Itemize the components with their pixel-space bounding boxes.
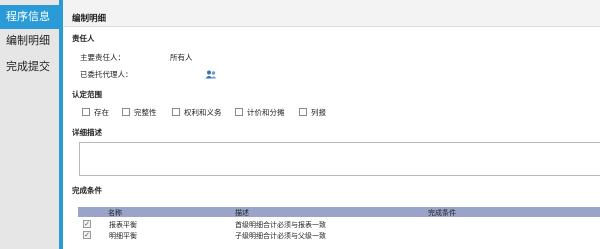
row-checkbox[interactable]: ✓ bbox=[83, 231, 91, 239]
row-checkbox[interactable]: ✓ bbox=[83, 220, 91, 228]
details-section-title: 详细描述 bbox=[72, 128, 102, 137]
column-header-description[interactable]: 描述 bbox=[235, 208, 249, 218]
owner-value: 所有人 bbox=[170, 53, 193, 62]
scope-option-presentation[interactable]: 列报 bbox=[299, 107, 326, 117]
scope-section-title: 认定范围 bbox=[72, 90, 102, 99]
scope-option-valuation-allocation[interactable]: 计价和分摊 bbox=[235, 107, 285, 117]
sidebar-item-program-info[interactable]: 程序信息 bbox=[0, 5, 59, 29]
row-description: 首级明细合计必须与报表一致 bbox=[235, 221, 326, 229]
row-name: 报表平衡 bbox=[109, 221, 137, 229]
delegate-label: 已委托代理人： bbox=[80, 70, 133, 79]
completion-section-title: 完成条件 bbox=[72, 186, 102, 195]
checkbox[interactable] bbox=[235, 108, 243, 116]
scope-option-rights-obligations[interactable]: 权利和义务 bbox=[172, 107, 222, 117]
main-panel: 编制明细 责任人 主要责任人： 所有人 已委托代理人： 认定范围 存在 完整性 … bbox=[63, 0, 600, 249]
scope-option-existence[interactable]: 存在 bbox=[82, 107, 109, 117]
sidebar: 程序信息 编制明细 完成提交 bbox=[0, 0, 60, 249]
scope-option-completeness[interactable]: 完整性 bbox=[122, 107, 157, 117]
page-title: 编制明细 bbox=[72, 14, 107, 24]
responsibility-section-title: 责任人 bbox=[72, 34, 95, 43]
sidebar-item-compile-details[interactable]: 编制明细 bbox=[0, 29, 59, 53]
table-row[interactable]: ✓ 明细平衡 子级明细合计必须与父级一致 bbox=[78, 231, 600, 240]
sidebar-item-finish-submit[interactable]: 完成提交 bbox=[0, 55, 59, 79]
row-name: 明细平衡 bbox=[109, 232, 137, 240]
owner-label: 主要责任人： bbox=[80, 53, 125, 62]
page-header: 编制明细 bbox=[63, 0, 600, 27]
column-header-name[interactable]: 名称 bbox=[108, 208, 122, 218]
table-row[interactable]: ✓ 报表平衡 首级明细合计必须与报表一致 bbox=[78, 220, 600, 229]
details-textarea[interactable] bbox=[79, 142, 600, 176]
completion-table-header: 名称 描述 完成条件 bbox=[78, 207, 600, 217]
checkbox[interactable] bbox=[82, 108, 90, 116]
column-header-condition[interactable]: 完成条件 bbox=[428, 208, 456, 218]
row-description: 子级明细合计必须与父级一致 bbox=[235, 232, 326, 240]
checkbox[interactable] bbox=[299, 108, 307, 116]
checkbox[interactable] bbox=[122, 108, 130, 116]
add-delegate-icon[interactable] bbox=[205, 70, 217, 79]
checkbox[interactable] bbox=[172, 108, 180, 116]
